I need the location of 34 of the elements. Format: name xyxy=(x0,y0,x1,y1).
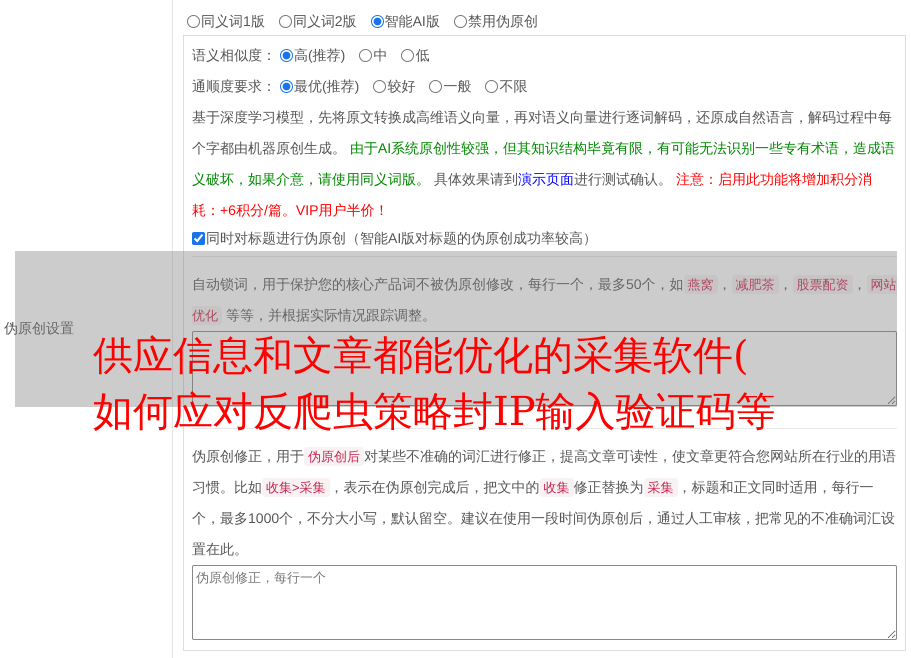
option-label: 通顺度要求： xyxy=(192,77,276,96)
overlay-title-line: 供应信息和文章都能优化的采集软件( xyxy=(93,336,750,376)
radio-label[interactable]: 同义词2版 xyxy=(292,6,357,37)
description-text: 基于深度学习模型，先将原文转换成高维语义向量，再对语义向量进行逐词解码，还原成自然语言，解码过程中每个字都由机器原创生成。 由于AI系统原创性较强，但其知识结构毕竟有限，有可能无法识别一些专有术语，造成语义破坏，如果介意，请使用同义词版。 具体效果请到演示页面进行测试确认。 注意：启用此功能将增加积分消耗：+6积分/篇。VIP用户半价！ xyxy=(192,108,896,220)
radio-button[interactable] xyxy=(429,80,442,93)
demo-link[interactable]: 演示页面 xyxy=(518,171,574,187)
radio-button[interactable] xyxy=(280,80,293,93)
radio-label[interactable]: 一般 xyxy=(443,71,472,102)
radio-label[interactable]: 禁用伪原创 xyxy=(468,6,538,37)
radio-button[interactable] xyxy=(278,15,292,28)
option-label: 语义相似度： xyxy=(192,46,276,65)
radio-label[interactable]: 低 xyxy=(415,40,430,71)
radio-button[interactable] xyxy=(359,49,372,62)
correction-field[interactable]: 伪原创修正，每行一个 xyxy=(192,565,897,640)
overlay-title-line: 如何应对反爬虫策略封IP输入验证码等 xyxy=(93,392,776,432)
description-text: 伪原创修正，用于 伪原创后 对某些不准确的词汇进行修正，提高文章可读性，使文章更符合您网站所在行业的用语习惯。比如 收集>采集 ，表示在伪原创完成后，把文中的 收集 修正替换为 采集 ，标题和正文同时适用，每行一个，最多1000个，不分大小写，默认留空。建议在使用一段时间伪原创后，通过人工审核，把常见的不准确词汇设置在此。 xyxy=(192,446,897,559)
radio-label[interactable]: 智能AI版 xyxy=(384,6,440,37)
radio-label[interactable]: 不限 xyxy=(499,71,528,102)
description-text: 自动锁词，用于保护您的核心产品词不被伪原创修改，每行一个，最多50个，如 燕窝 ， 减肥茶 ， 股票配资 ， 网站优化 等等，并根据实际情况跟踪调整。 xyxy=(192,274,897,327)
radio-button[interactable] xyxy=(373,80,386,93)
radio-label[interactable]: 高(推荐) xyxy=(294,40,346,71)
section-label: 伪原创设置 xyxy=(4,320,74,338)
radio-button[interactable] xyxy=(280,49,293,62)
radio-label[interactable]: 较好 xyxy=(387,71,416,102)
radio-label[interactable]: 最优(推荐) xyxy=(294,71,360,102)
radio-button[interactable] xyxy=(485,80,498,93)
radio-button[interactable] xyxy=(187,15,200,28)
radio-button[interactable] xyxy=(454,15,467,28)
radio-button[interactable] xyxy=(401,49,414,62)
radio-label[interactable]: 同义词1版 xyxy=(201,6,265,37)
radio-label[interactable]: 中 xyxy=(373,40,388,71)
radio-button[interactable] xyxy=(370,15,384,28)
checkbox[interactable] xyxy=(192,232,205,244)
checkbox-label[interactable]: 同时对标题进行伪原创（智能AI版对标题的伪原创成功率较高） xyxy=(206,226,598,250)
